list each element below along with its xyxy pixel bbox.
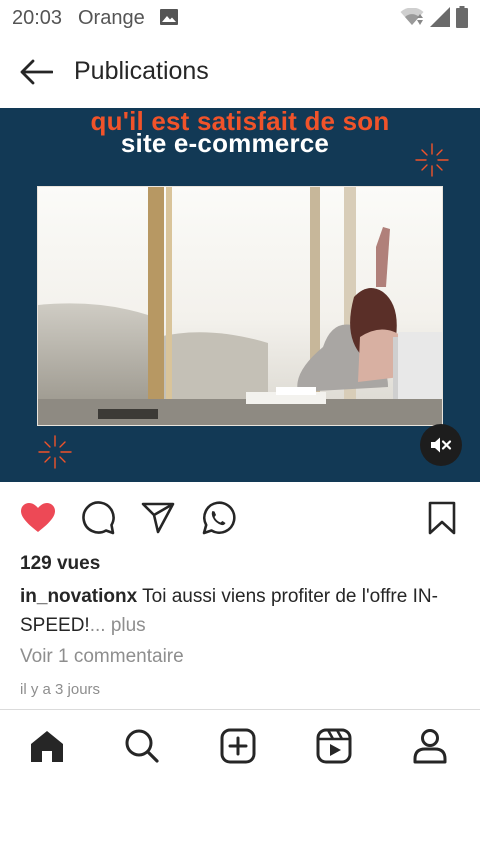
post-timestamp: il y a 3 jours bbox=[20, 681, 101, 698]
heart-icon bbox=[21, 503, 55, 532]
status-time: 20:03 bbox=[12, 7, 63, 29]
reels-icon bbox=[316, 728, 352, 764]
battery-icon bbox=[456, 6, 468, 28]
nav-reels-button[interactable] bbox=[312, 724, 356, 768]
view-comments-link[interactable]: Voir 1 commentaire bbox=[20, 646, 184, 668]
gallery-icon bbox=[160, 9, 178, 25]
status-bar: 20:03 Orange bbox=[0, 0, 480, 36]
post-media[interactable]: qu'il est satisfait de son site e-commer… bbox=[0, 108, 480, 482]
nav-search-button[interactable] bbox=[120, 724, 164, 768]
nav-home-button[interactable] bbox=[25, 724, 69, 768]
page-title: Publications bbox=[74, 57, 209, 85]
caption-username[interactable]: in_novationx bbox=[20, 586, 137, 607]
view-count: 129 vues bbox=[20, 553, 101, 574]
comment-button[interactable] bbox=[78, 498, 118, 538]
volume-muted-icon bbox=[431, 437, 452, 453]
back-button[interactable] bbox=[16, 52, 56, 92]
bottom-nav bbox=[0, 710, 480, 782]
wifi-icon bbox=[400, 8, 424, 25]
sparkle-icon bbox=[415, 143, 449, 177]
share-button[interactable] bbox=[138, 498, 178, 538]
post-caption: in_novationx Toi aussi viens profiter de… bbox=[20, 582, 460, 640]
status-carrier: Orange bbox=[78, 7, 145, 29]
mute-toggle-button[interactable] bbox=[420, 424, 462, 466]
status-icons bbox=[400, 6, 468, 28]
nav-create-button[interactable] bbox=[216, 724, 260, 768]
whatsapp-button[interactable] bbox=[198, 498, 238, 538]
cell-signal-icon bbox=[430, 7, 450, 27]
post-actions bbox=[0, 482, 480, 552]
create-icon bbox=[220, 728, 256, 764]
sparkle-icon bbox=[38, 435, 72, 469]
like-button[interactable] bbox=[18, 498, 58, 538]
app-header: Publications bbox=[0, 36, 480, 108]
post-photo bbox=[37, 186, 443, 426]
whatsapp-icon bbox=[202, 501, 236, 535]
nav-profile-button[interactable] bbox=[408, 724, 452, 768]
arrow-left-icon bbox=[20, 59, 53, 85]
share-icon bbox=[141, 502, 175, 534]
bookmark-icon bbox=[428, 501, 456, 535]
media-overlay-line2: site e-commerce bbox=[120, 128, 330, 158]
caption-more-link[interactable]: ... plus bbox=[90, 615, 146, 636]
comment-icon bbox=[82, 501, 115, 535]
save-button[interactable] bbox=[422, 498, 462, 538]
profile-icon bbox=[413, 729, 447, 764]
search-icon bbox=[125, 729, 159, 763]
office-window-photo bbox=[38, 187, 442, 425]
home-icon bbox=[31, 731, 63, 762]
